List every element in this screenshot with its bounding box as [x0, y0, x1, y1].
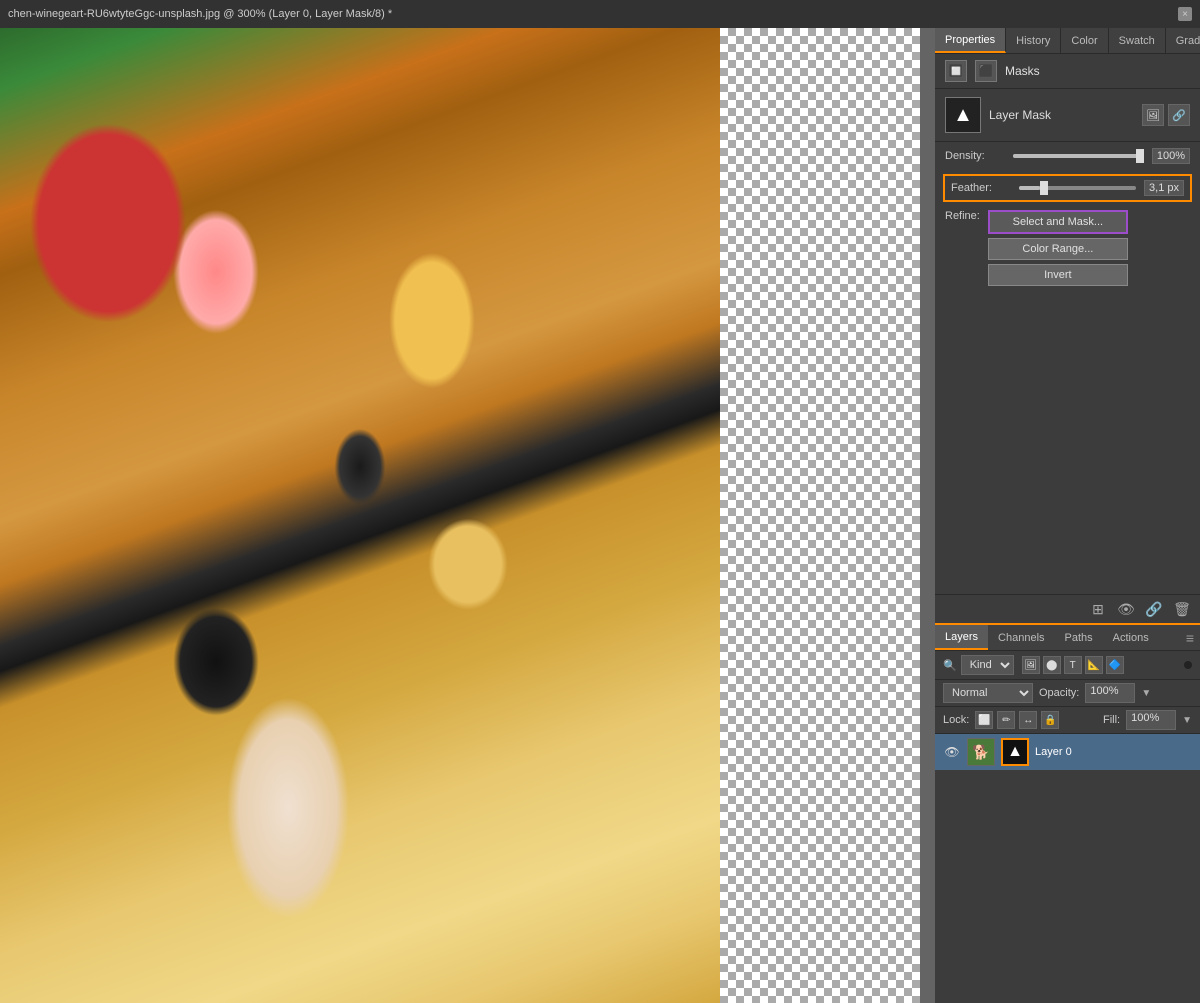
feather-track-fill — [1019, 186, 1040, 190]
layer-kind-select[interactable]: Kind — [961, 655, 1014, 675]
layer-mask-thumbnail: ▲ — [945, 97, 981, 133]
canvas-area — [0, 28, 935, 1003]
opacity-label: Opacity: — [1039, 687, 1079, 699]
feather-value[interactable]: 3,1 px — [1144, 180, 1184, 196]
tab-properties[interactable]: Properties — [935, 28, 1006, 53]
canvas-image — [0, 28, 920, 1003]
layer-row[interactable]: 👁 🐕 ▲ Layer 0 — [935, 734, 1200, 770]
delete-icon[interactable]: 🗑 — [1172, 599, 1192, 619]
density-row: Density: 100% — [935, 142, 1200, 170]
tab-channels[interactable]: Channels — [988, 625, 1054, 650]
feather-label: Feather: — [951, 182, 1011, 194]
refine-section: Refine: Select and Mask... Color Range..… — [935, 206, 1200, 290]
grid-icon[interactable]: ⊞ — [1088, 599, 1108, 619]
blend-mode-select[interactable]: Normal Dissolve Multiply — [943, 683, 1033, 703]
layers-tabs-more[interactable]: ≡ — [1180, 625, 1200, 650]
tab-color[interactable]: Color — [1061, 28, 1108, 53]
layer-mask-thumbnail-small[interactable]: ▲ — [1001, 738, 1029, 766]
fill-arrow: ▼ — [1182, 715, 1192, 726]
density-slider-track — [1013, 148, 1144, 164]
tab-gradient[interactable]: Gradie... — [1166, 28, 1200, 53]
layers-scroll-area[interactable]: 👁 🐕 ▲ Layer 0 — [935, 734, 1200, 1003]
layers-panel: Layers Channels Paths Actions ≡ 🔍 Kind — [935, 623, 1200, 1003]
pixel-mask-icon[interactable]: 🔲 — [945, 60, 967, 82]
filter-toggle-dot[interactable] — [1184, 661, 1192, 669]
tab-layers[interactable]: Layers — [935, 625, 988, 650]
layer-name: Layer 0 — [1035, 746, 1192, 758]
title-bar: chen-winegeart-RU6wtyteGgc-unsplash.jpg … — [0, 0, 1200, 28]
filter-shape-icon[interactable]: 📐 — [1085, 656, 1103, 674]
right-panel: Properties History Color Swatch Gradie..… — [935, 28, 1200, 1003]
fill-value[interactable]: 100% — [1126, 710, 1176, 730]
lock-row: Lock: ⬜ ✏ ↔ 🔒 Fill: 100% ▼ — [935, 707, 1200, 734]
tab-actions[interactable]: Actions — [1103, 625, 1159, 650]
filter-smart-icon[interactable]: 🔷 — [1106, 656, 1124, 674]
density-slider-thumb[interactable] — [1136, 149, 1144, 163]
layers-filter-row: 🔍 Kind 🖼 ⬤ T 📐 🔷 — [935, 651, 1200, 680]
lock-pixels-icon[interactable]: ✏ — [997, 711, 1015, 729]
layer-mask-apply-button[interactable]: 🖼 — [1142, 104, 1164, 126]
lock-icons: ⬜ ✏ ↔ 🔒 — [975, 711, 1059, 729]
feather-row: Feather: 3,1 px — [951, 180, 1184, 196]
filter-icons: 🖼 ⬤ T 📐 🔷 — [1022, 656, 1124, 674]
filter-adjustment-icon[interactable]: ⬤ — [1043, 656, 1061, 674]
panel-tabs-top: Properties History Color Swatch Gradie..… — [935, 28, 1200, 54]
link-icon[interactable]: 🔗 — [1144, 599, 1164, 619]
layer-mask-actions: 🖼 🔗 — [1142, 104, 1190, 126]
tab-paths[interactable]: Paths — [1055, 625, 1103, 650]
layers-tabs: Layers Channels Paths Actions ≡ — [935, 625, 1200, 651]
feather-slider-track — [1019, 180, 1136, 196]
fill-label: Fill: — [1103, 714, 1120, 726]
vector-mask-icon[interactable]: ⬛ — [975, 60, 997, 82]
opacity-arrow: ▼ — [1141, 688, 1151, 699]
color-range-button[interactable]: Color Range... — [988, 238, 1128, 260]
opacity-value[interactable]: 100% — [1085, 683, 1135, 703]
dog-photo — [0, 28, 720, 1003]
close-button[interactable]: × — [1178, 7, 1192, 21]
panel-spacer — [935, 290, 1200, 594]
layer-mask-link-button[interactable]: 🔗 — [1168, 104, 1190, 126]
tab-history[interactable]: History — [1006, 28, 1061, 53]
bottom-icon-row: ⊞ 👁 🔗 🗑 — [935, 594, 1200, 623]
transparency-checker — [720, 28, 920, 1003]
main-layout: Properties History Color Swatch Gradie..… — [0, 28, 1200, 1003]
invert-button[interactable]: Invert — [988, 264, 1128, 286]
density-track-fill — [1013, 154, 1144, 158]
density-label: Density: — [945, 150, 1005, 162]
refine-buttons: Select and Mask... Color Range... Invert — [988, 210, 1128, 286]
blend-mode-row: Normal Dissolve Multiply Opacity: 100% ▼ — [935, 680, 1200, 707]
visibility-icon[interactable]: 👁 — [1116, 599, 1136, 619]
lock-position-icon[interactable]: ↔ — [1019, 711, 1037, 729]
masks-row: 🔲 ⬛ Masks — [935, 54, 1200, 89]
filter-text-icon[interactable]: T — [1064, 656, 1082, 674]
title-bar-text: chen-winegeart-RU6wtyteGgc-unsplash.jpg … — [8, 8, 1178, 20]
masks-label: Masks — [1005, 64, 1040, 78]
select-and-mask-button[interactable]: Select and Mask... — [988, 210, 1128, 234]
tab-swatch[interactable]: Swatch — [1109, 28, 1166, 53]
lock-transparent-icon[interactable]: ⬜ — [975, 711, 993, 729]
density-value[interactable]: 100% — [1152, 148, 1190, 164]
filter-pixel-icon[interactable]: 🖼 — [1022, 656, 1040, 674]
layer-mask-label: Layer Mask — [989, 108, 1134, 122]
feather-slider-thumb[interactable] — [1040, 181, 1048, 195]
lock-all-icon[interactable]: 🔒 — [1041, 711, 1059, 729]
layer-thumbnail: 🐕 — [967, 738, 995, 766]
refine-label: Refine: — [945, 210, 980, 222]
properties-panel: 🔲 ⬛ Masks ▲ Layer Mask 🖼 🔗 Density: — [935, 54, 1200, 623]
layer-visibility-toggle[interactable]: 👁 — [943, 743, 961, 761]
feather-section: Feather: 3,1 px — [943, 174, 1192, 202]
layer-mask-row: ▲ Layer Mask 🖼 🔗 — [935, 89, 1200, 142]
layers-search-icon: 🔍 — [943, 659, 957, 672]
lock-label: Lock: — [943, 714, 969, 726]
